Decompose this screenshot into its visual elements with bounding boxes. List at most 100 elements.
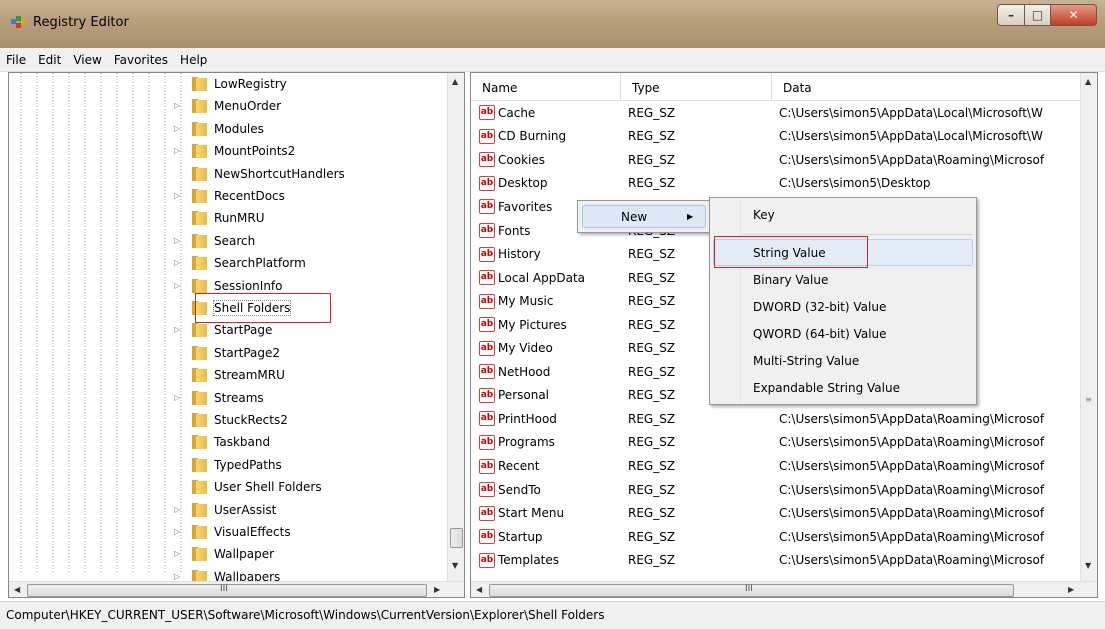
minimize-button[interactable]: – [997, 4, 1025, 26]
value-row[interactable]: ab Recent REG_SZ C:\Users\simon5\AppData\Ro… [471, 454, 1081, 478]
tree-item[interactable]: ▷ Search [174, 230, 255, 252]
expand-arrow-icon[interactable]: ▷ [174, 259, 182, 267]
value-row[interactable]: ab Desktop REG_SZ C:\Users\simon5\Desktop [471, 172, 1081, 196]
tree-item[interactable]: Taskband [190, 431, 270, 453]
expand-arrow-icon[interactable]: ▷ [174, 147, 182, 155]
tree-item[interactable]: ▷ MenuOrder [174, 95, 281, 117]
value-row[interactable]: ab PrintHood REG_SZ C:\Users\simon5\AppData… [471, 407, 1081, 431]
key-tree-pane[interactable]: LowRegistry ▷ MenuOrder ▷ Modules ▷ MountPoint… [8, 72, 465, 598]
menu-edit[interactable]: Edit [38, 53, 61, 67]
value-row[interactable]: ab Templates REG_SZ C:\Users\simon5\AppData… [471, 548, 1081, 572]
tree-scroll-thumb[interactable] [450, 528, 463, 548]
context-menu-new[interactable]: New ▶ [582, 205, 706, 228]
value-name: Cache [498, 105, 536, 120]
expand-arrow-icon[interactable]: ▷ [174, 528, 182, 536]
tree-hscroll-thumb[interactable]: III [27, 584, 427, 597]
value-name-cell: ab My Video [479, 340, 553, 356]
list-horizontal-scrollbar[interactable]: ◀ III ▶ [471, 581, 1097, 597]
tree-item[interactable]: ▷ Modules [174, 118, 264, 140]
column-header-name[interactable]: Name [471, 73, 621, 101]
value-row[interactable]: ab Startup REG_SZ C:\Users\simon5\AppData\R… [471, 525, 1081, 549]
menu-favorites[interactable]: Favorites [114, 53, 168, 67]
value-row[interactable]: ab Start Menu REG_SZ C:\Users\simon5\AppDat… [471, 501, 1081, 525]
value-name-cell: ab Programs [479, 434, 555, 450]
scroll-down-icon[interactable]: ▼ [452, 561, 458, 570]
expand-arrow-icon[interactable]: ▷ [174, 192, 182, 200]
expand-arrow-icon[interactable]: ▷ [174, 505, 182, 514]
value-row[interactable]: ab SendTo REG_SZ C:\Users\simon5\AppData\Ro… [471, 478, 1081, 502]
expand-arrow-icon[interactable]: ▷ [174, 550, 182, 558]
expand-arrow-icon[interactable]: ▷ [174, 281, 182, 290]
value-type: REG_SZ [628, 459, 676, 473]
value-row[interactable]: ab Cookies REG_SZ C:\Users\simon5\AppData\R… [471, 148, 1081, 172]
tree-item[interactable]: ▷ SessionInfo [174, 275, 283, 297]
string-value-icon: ab [479, 105, 495, 121]
value-row[interactable]: ab Programs REG_SZ C:\Users\simon5\AppData\… [471, 431, 1081, 455]
value-name-cell: ab SendTo [479, 482, 541, 498]
submenu-item-binary-value[interactable]: Binary Value [753, 273, 828, 287]
list-vertical-scrollbar[interactable]: ▲ ≡ ▼ [1080, 73, 1097, 581]
expand-arrow-icon[interactable]: ▷ [174, 326, 182, 334]
expand-arrow-icon[interactable]: ▷ [174, 393, 182, 402]
scroll-up-icon[interactable]: ▲ [452, 77, 458, 86]
tree-item[interactable]: User Shell Folders [190, 476, 322, 498]
expand-arrow-icon[interactable]: ▷ [174, 124, 182, 133]
scroll-right-icon[interactable]: ▶ [1068, 585, 1074, 594]
scroll-grip: III [220, 584, 228, 594]
submenu-item-expandable-string-value[interactable]: Expandable String Value [753, 381, 900, 395]
scroll-left-icon[interactable]: ◀ [14, 585, 20, 594]
tree-item[interactable]: NewShortcutHandlers [190, 163, 345, 185]
scroll-up-icon[interactable]: ▲ [1085, 77, 1091, 86]
tree-item[interactable]: ▷ RecentDocs [174, 185, 285, 207]
string-value-icon: ab [479, 364, 495, 380]
folder-icon [190, 211, 207, 226]
submenu-item-dword-value[interactable]: DWORD (32-bit) Value [753, 300, 886, 314]
maximize-button[interactable]: □ [1025, 4, 1051, 26]
tree-item[interactable]: StreamMRU [190, 364, 285, 386]
submenu-item-multi-string-value[interactable]: Multi-String Value [753, 354, 859, 368]
menu-view[interactable]: View [73, 53, 101, 67]
tree-item[interactable]: LowRegistry [190, 73, 287, 95]
submenu-item-string-value[interactable]: String Value [753, 246, 826, 260]
string-value-icon: ab [479, 293, 495, 309]
tree-item[interactable]: ▷ MountPoints2 [174, 140, 295, 162]
value-type: REG_SZ [628, 553, 676, 568]
submenu-item-qword-value[interactable]: QWORD (64-bit) Value [753, 327, 887, 341]
menu-separator [742, 234, 972, 235]
tree-item[interactable]: ▷ SearchPlatform [174, 252, 306, 274]
value-row[interactable]: ab CD Burning REG_SZ C:\Users\simon5\AppDat… [471, 125, 1081, 149]
tree-item[interactable]: ▷ UserAssist [174, 499, 276, 521]
value-name: My Pictures [498, 317, 567, 332]
expand-arrow-icon[interactable]: ▷ [174, 572, 182, 581]
list-hscroll-thumb[interactable]: III [489, 584, 1014, 597]
value-data: C:\Users\simon5\AppData\Roaming\Microsof [779, 411, 1045, 426]
scroll-right-icon[interactable]: ▶ [434, 585, 440, 594]
value-row[interactable]: ab Cache REG_SZ C:\Users\simon5\AppData\Loc… [471, 101, 1081, 125]
folder-icon [190, 121, 207, 136]
value-name: Fonts [498, 223, 531, 238]
expand-arrow-icon[interactable]: ▷ [174, 102, 182, 110]
folder-icon [190, 457, 207, 472]
submenu-item-key[interactable]: Key [753, 208, 775, 222]
scroll-left-icon[interactable]: ◀ [476, 585, 482, 594]
tree-item[interactable]: ▷ StartPage [174, 319, 272, 341]
value-name-cell: ab My Pictures [479, 317, 567, 333]
column-header-type[interactable]: Type [621, 73, 772, 101]
tree-item[interactable]: StuckRects2 [190, 409, 288, 431]
close-button[interactable]: ✕ [1051, 4, 1097, 26]
tree-item-label: TypedPaths [214, 457, 282, 472]
tree-item[interactable]: ▷ Streams [174, 387, 264, 409]
tree-item[interactable]: ▷ VisualEffects [174, 521, 291, 543]
tree-item[interactable]: Shell Folders [190, 297, 292, 319]
menu-file[interactable]: File [6, 53, 26, 67]
scroll-down-icon[interactable]: ▼ [1085, 561, 1091, 570]
expand-arrow-icon[interactable]: ▷ [174, 236, 182, 245]
tree-horizontal-scrollbar[interactable]: ◀ III ▶ [9, 581, 464, 597]
tree-vertical-scrollbar[interactable]: ▲ ▼ [447, 73, 464, 581]
tree-item[interactable]: TypedPaths [190, 454, 282, 476]
tree-item[interactable]: ▷ Wallpaper [174, 543, 274, 565]
tree-item[interactable]: RunMRU [190, 207, 264, 229]
tree-item[interactable]: StartPage2 [190, 342, 280, 364]
menu-help[interactable]: Help [180, 53, 207, 67]
column-header-data[interactable]: Data [772, 73, 1080, 101]
